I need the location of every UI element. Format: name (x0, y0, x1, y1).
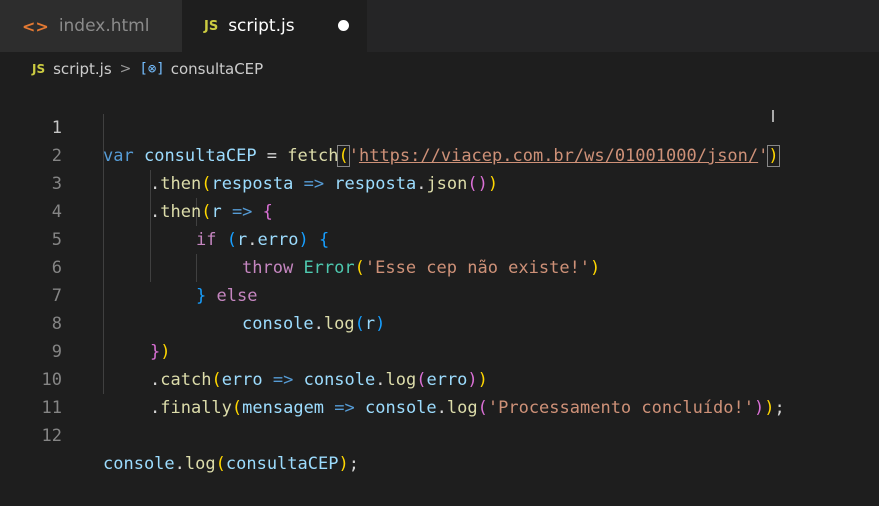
breadcrumb: JS script.js > [⊗] consultaCEP (0, 52, 879, 86)
code-line: 5 throw Error('Esse cep não existe!') (0, 198, 879, 278)
line-number: 12 (41, 426, 62, 446)
code-line: 9 .catch(erro => console.log(erro)) (0, 310, 879, 390)
tab-label: script.js (228, 16, 295, 36)
js-file-icon: JS (32, 62, 46, 76)
html-file-icon: <> (22, 16, 49, 36)
code-line: 7 console.log(r) (0, 254, 879, 334)
tab-bar: <> index.html JS script.js (0, 0, 879, 52)
variable-symbol-icon: [⊗] (139, 61, 165, 77)
tab-bar-empty-space (367, 0, 879, 52)
code-editor[interactable]: 1 var consultaCEP = fetch('https://viace… (0, 86, 879, 474)
breadcrumb-file[interactable]: script.js (53, 60, 112, 78)
code-line: 8 }) (0, 282, 879, 362)
tab-label: index.html (58, 16, 150, 36)
code-line: 1 var consultaCEP = fetch('https://viace… (0, 86, 879, 167)
code-line: 2 .then(resposta => resposta.json()) (0, 114, 879, 194)
code-line: 3 .then(r => { (0, 142, 879, 222)
code-line: 10 .finally(mensagem => console.log('Pro… (0, 338, 879, 418)
code-line: 11 (0, 366, 879, 418)
breadcrumb-symbol[interactable]: consultaCEP (171, 60, 264, 78)
mouse-ibeam-cursor-icon (772, 110, 774, 122)
code-line: 6 } else (0, 226, 879, 306)
code-line: 12 console.log(consultaCEP); (0, 394, 879, 474)
code-text: console.log(consultaCEP); (103, 454, 359, 474)
tab-index-html[interactable]: <> index.html (0, 0, 182, 52)
chevron-right-icon: > (119, 61, 132, 77)
tab-script-js[interactable]: JS script.js (182, 0, 367, 52)
js-file-icon: JS (204, 18, 219, 34)
unsaved-changes-dot-icon[interactable] (338, 20, 349, 31)
code-line: 4 if (r.erro) { (0, 170, 879, 250)
